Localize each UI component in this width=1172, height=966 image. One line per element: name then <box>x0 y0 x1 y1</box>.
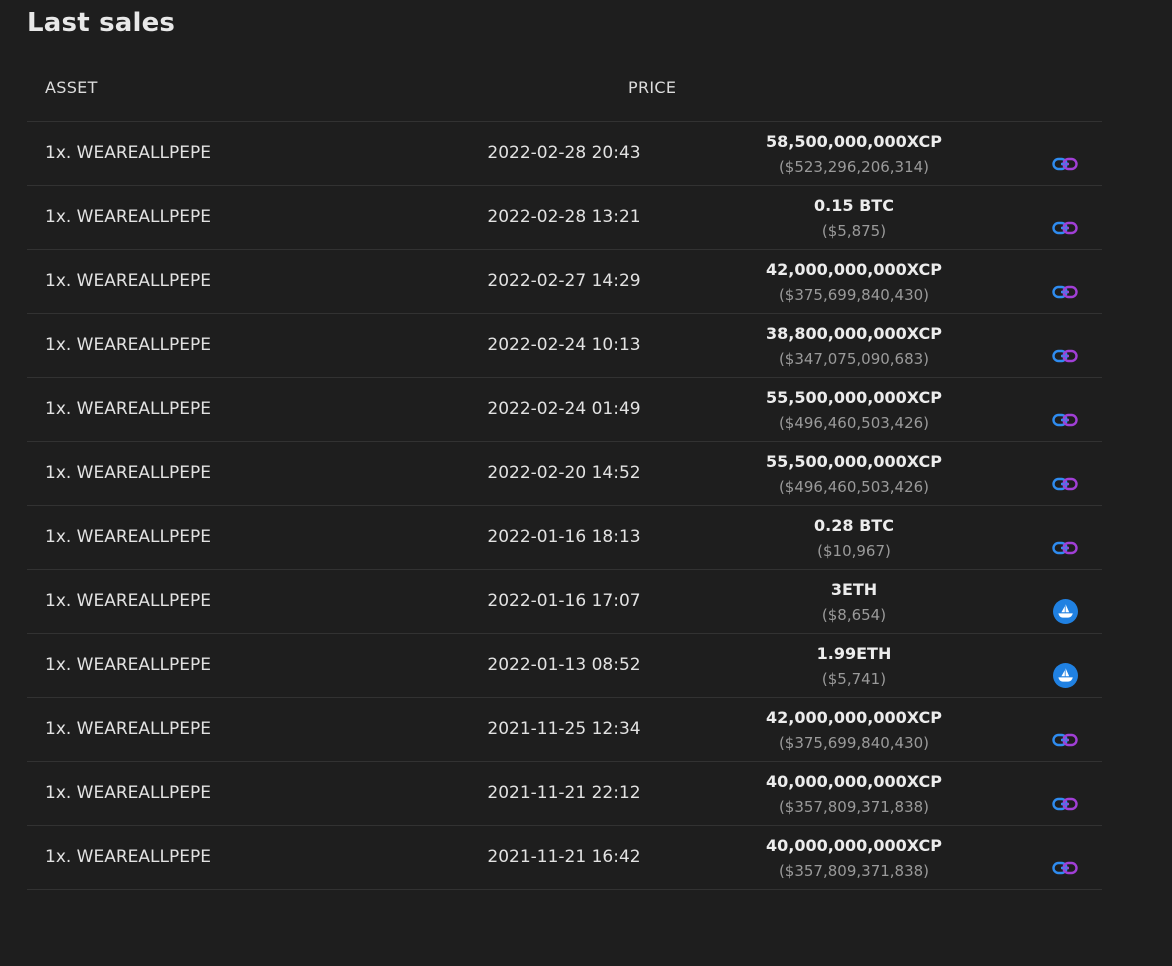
price-amount: 0.28 BTC <box>814 516 894 535</box>
chain-link-icon[interactable] <box>1052 285 1078 299</box>
asset-name[interactable]: 1x. WEAREALLPEPE <box>45 335 211 355</box>
table-row: 1x. WEAREALLPEPE 2022-02-28 13:21 0.15 B… <box>27 186 1102 250</box>
price-amount: 40,000,000,000XCP <box>766 836 942 855</box>
sale-date: 2022-02-24 01:49 <box>487 399 641 419</box>
column-header-asset: ASSET <box>45 78 98 97</box>
price-amount: 38,800,000,000XCP <box>766 324 942 343</box>
asset-name[interactable]: 1x. WEAREALLPEPE <box>45 207 211 227</box>
price-amount: 55,500,000,000XCP <box>766 388 942 407</box>
asset-name[interactable]: 1x. WEAREALLPEPE <box>45 143 211 163</box>
chain-link-icon[interactable] <box>1052 157 1078 171</box>
price-usd: ($357,809,371,838) <box>778 862 930 880</box>
price-usd: ($347,075,090,683) <box>778 350 930 368</box>
sale-price: 38,800,000,000XCP ($347,075,090,683) <box>704 323 1004 370</box>
chain-link-icon[interactable] <box>1052 477 1078 491</box>
sale-price: 3ETH ($8,654) <box>704 579 1004 626</box>
sale-date: 2021-11-21 16:42 <box>487 847 641 867</box>
table-row: 1x. WEAREALLPEPE 2021-11-21 16:42 40,000… <box>27 826 1102 890</box>
table-row: 1x. WEAREALLPEPE 2022-02-24 10:13 38,800… <box>27 314 1102 378</box>
sale-price: 58,500,000,000XCP ($523,296,206,314) <box>704 131 1004 178</box>
opensea-icon[interactable] <box>1053 599 1078 624</box>
price-usd: ($375,699,840,430) <box>778 734 930 752</box>
sale-price: 55,500,000,000XCP ($496,460,503,426) <box>704 451 1004 498</box>
asset-name[interactable]: 1x. WEAREALLPEPE <box>45 463 211 483</box>
table-row: 1x. WEAREALLPEPE 2021-11-25 12:34 42,000… <box>27 698 1102 762</box>
sale-price: 42,000,000,000XCP ($375,699,840,430) <box>704 707 1004 754</box>
asset-name[interactable]: 1x. WEAREALLPEPE <box>45 527 211 547</box>
sale-price: 40,000,000,000XCP ($357,809,371,838) <box>704 835 1004 882</box>
price-usd: ($375,699,840,430) <box>778 286 930 304</box>
sale-price: 42,000,000,000XCP ($375,699,840,430) <box>704 259 1004 306</box>
sale-price: 1.99ETH ($5,741) <box>704 643 1004 690</box>
sale-date: 2022-01-13 08:52 <box>487 655 641 675</box>
sale-date: 2022-01-16 18:13 <box>487 527 641 547</box>
sale-price: 0.28 BTC ($10,967) <box>704 515 1004 562</box>
sale-price: 55,500,000,000XCP ($496,460,503,426) <box>704 387 1004 434</box>
chain-link-icon[interactable] <box>1052 541 1078 555</box>
chain-link-icon[interactable] <box>1052 861 1078 875</box>
page-title: Last sales <box>27 8 176 38</box>
table-row: 1x. WEAREALLPEPE 2021-11-21 22:12 40,000… <box>27 762 1102 826</box>
sale-date: 2022-01-16 17:07 <box>487 591 641 611</box>
table-row: 1x. WEAREALLPEPE 2022-01-16 18:13 0.28 B… <box>27 506 1102 570</box>
asset-name[interactable]: 1x. WEAREALLPEPE <box>45 655 211 675</box>
chain-link-icon[interactable] <box>1052 413 1078 427</box>
price-amount: 1.99ETH <box>816 644 892 663</box>
asset-name[interactable]: 1x. WEAREALLPEPE <box>45 591 211 611</box>
price-amount: 42,000,000,000XCP <box>766 260 942 279</box>
sale-date: 2022-02-28 13:21 <box>487 207 641 227</box>
sale-date: 2021-11-25 12:34 <box>487 719 641 739</box>
asset-name[interactable]: 1x. WEAREALLPEPE <box>45 399 211 419</box>
asset-name[interactable]: 1x. WEAREALLPEPE <box>45 271 211 291</box>
sale-price: 0.15 BTC ($5,875) <box>704 195 1004 242</box>
asset-name[interactable]: 1x. WEAREALLPEPE <box>45 847 211 867</box>
price-amount: 40,000,000,000XCP <box>766 772 942 791</box>
sale-date: 2021-11-21 22:12 <box>487 783 641 803</box>
price-usd: ($8,654) <box>821 606 887 624</box>
asset-name[interactable]: 1x. WEAREALLPEPE <box>45 783 211 803</box>
price-usd: ($523,296,206,314) <box>778 158 930 176</box>
asset-name[interactable]: 1x. WEAREALLPEPE <box>45 719 211 739</box>
sale-date: 2022-02-24 10:13 <box>487 335 641 355</box>
chain-link-icon[interactable] <box>1052 221 1078 235</box>
price-usd: ($357,809,371,838) <box>778 798 930 816</box>
price-usd: ($496,460,503,426) <box>778 478 930 496</box>
sale-price: 40,000,000,000XCP ($357,809,371,838) <box>704 771 1004 818</box>
price-usd: ($496,460,503,426) <box>778 414 930 432</box>
chain-link-icon[interactable] <box>1052 349 1078 363</box>
price-amount: 42,000,000,000XCP <box>766 708 942 727</box>
table-row: 1x. WEAREALLPEPE 2022-02-27 14:29 42,000… <box>27 250 1102 314</box>
sale-date: 2022-02-27 14:29 <box>487 271 641 291</box>
table-row: 1x. WEAREALLPEPE 2022-01-13 08:52 1.99ET… <box>27 634 1102 698</box>
price-usd: ($5,875) <box>821 222 887 240</box>
sale-date: 2022-02-20 14:52 <box>487 463 641 483</box>
sale-date: 2022-02-28 20:43 <box>487 143 641 163</box>
opensea-icon[interactable] <box>1053 663 1078 688</box>
chain-link-icon[interactable] <box>1052 733 1078 747</box>
sales-table: ASSET PRICE 1x. WEAREALLPEPE 2022-02-28 … <box>27 58 1102 890</box>
table-row: 1x. WEAREALLPEPE 2022-01-16 17:07 3ETH (… <box>27 570 1102 634</box>
price-amount: 58,500,000,000XCP <box>766 132 942 151</box>
price-usd: ($10,967) <box>817 542 891 560</box>
price-amount: 55,500,000,000XCP <box>766 452 942 471</box>
price-amount: 0.15 BTC <box>814 196 894 215</box>
table-header: ASSET PRICE <box>27 58 1102 122</box>
table-row: 1x. WEAREALLPEPE 2022-02-28 20:43 58,500… <box>27 122 1102 186</box>
price-amount: 3ETH <box>830 580 878 599</box>
table-row: 1x. WEAREALLPEPE 2022-02-20 14:52 55,500… <box>27 442 1102 506</box>
price-usd: ($5,741) <box>821 670 887 688</box>
table-body: 1x. WEAREALLPEPE 2022-02-28 20:43 58,500… <box>27 122 1102 890</box>
table-row: 1x. WEAREALLPEPE 2022-02-24 01:49 55,500… <box>27 378 1102 442</box>
column-header-price: PRICE <box>628 78 677 97</box>
chain-link-icon[interactable] <box>1052 797 1078 811</box>
